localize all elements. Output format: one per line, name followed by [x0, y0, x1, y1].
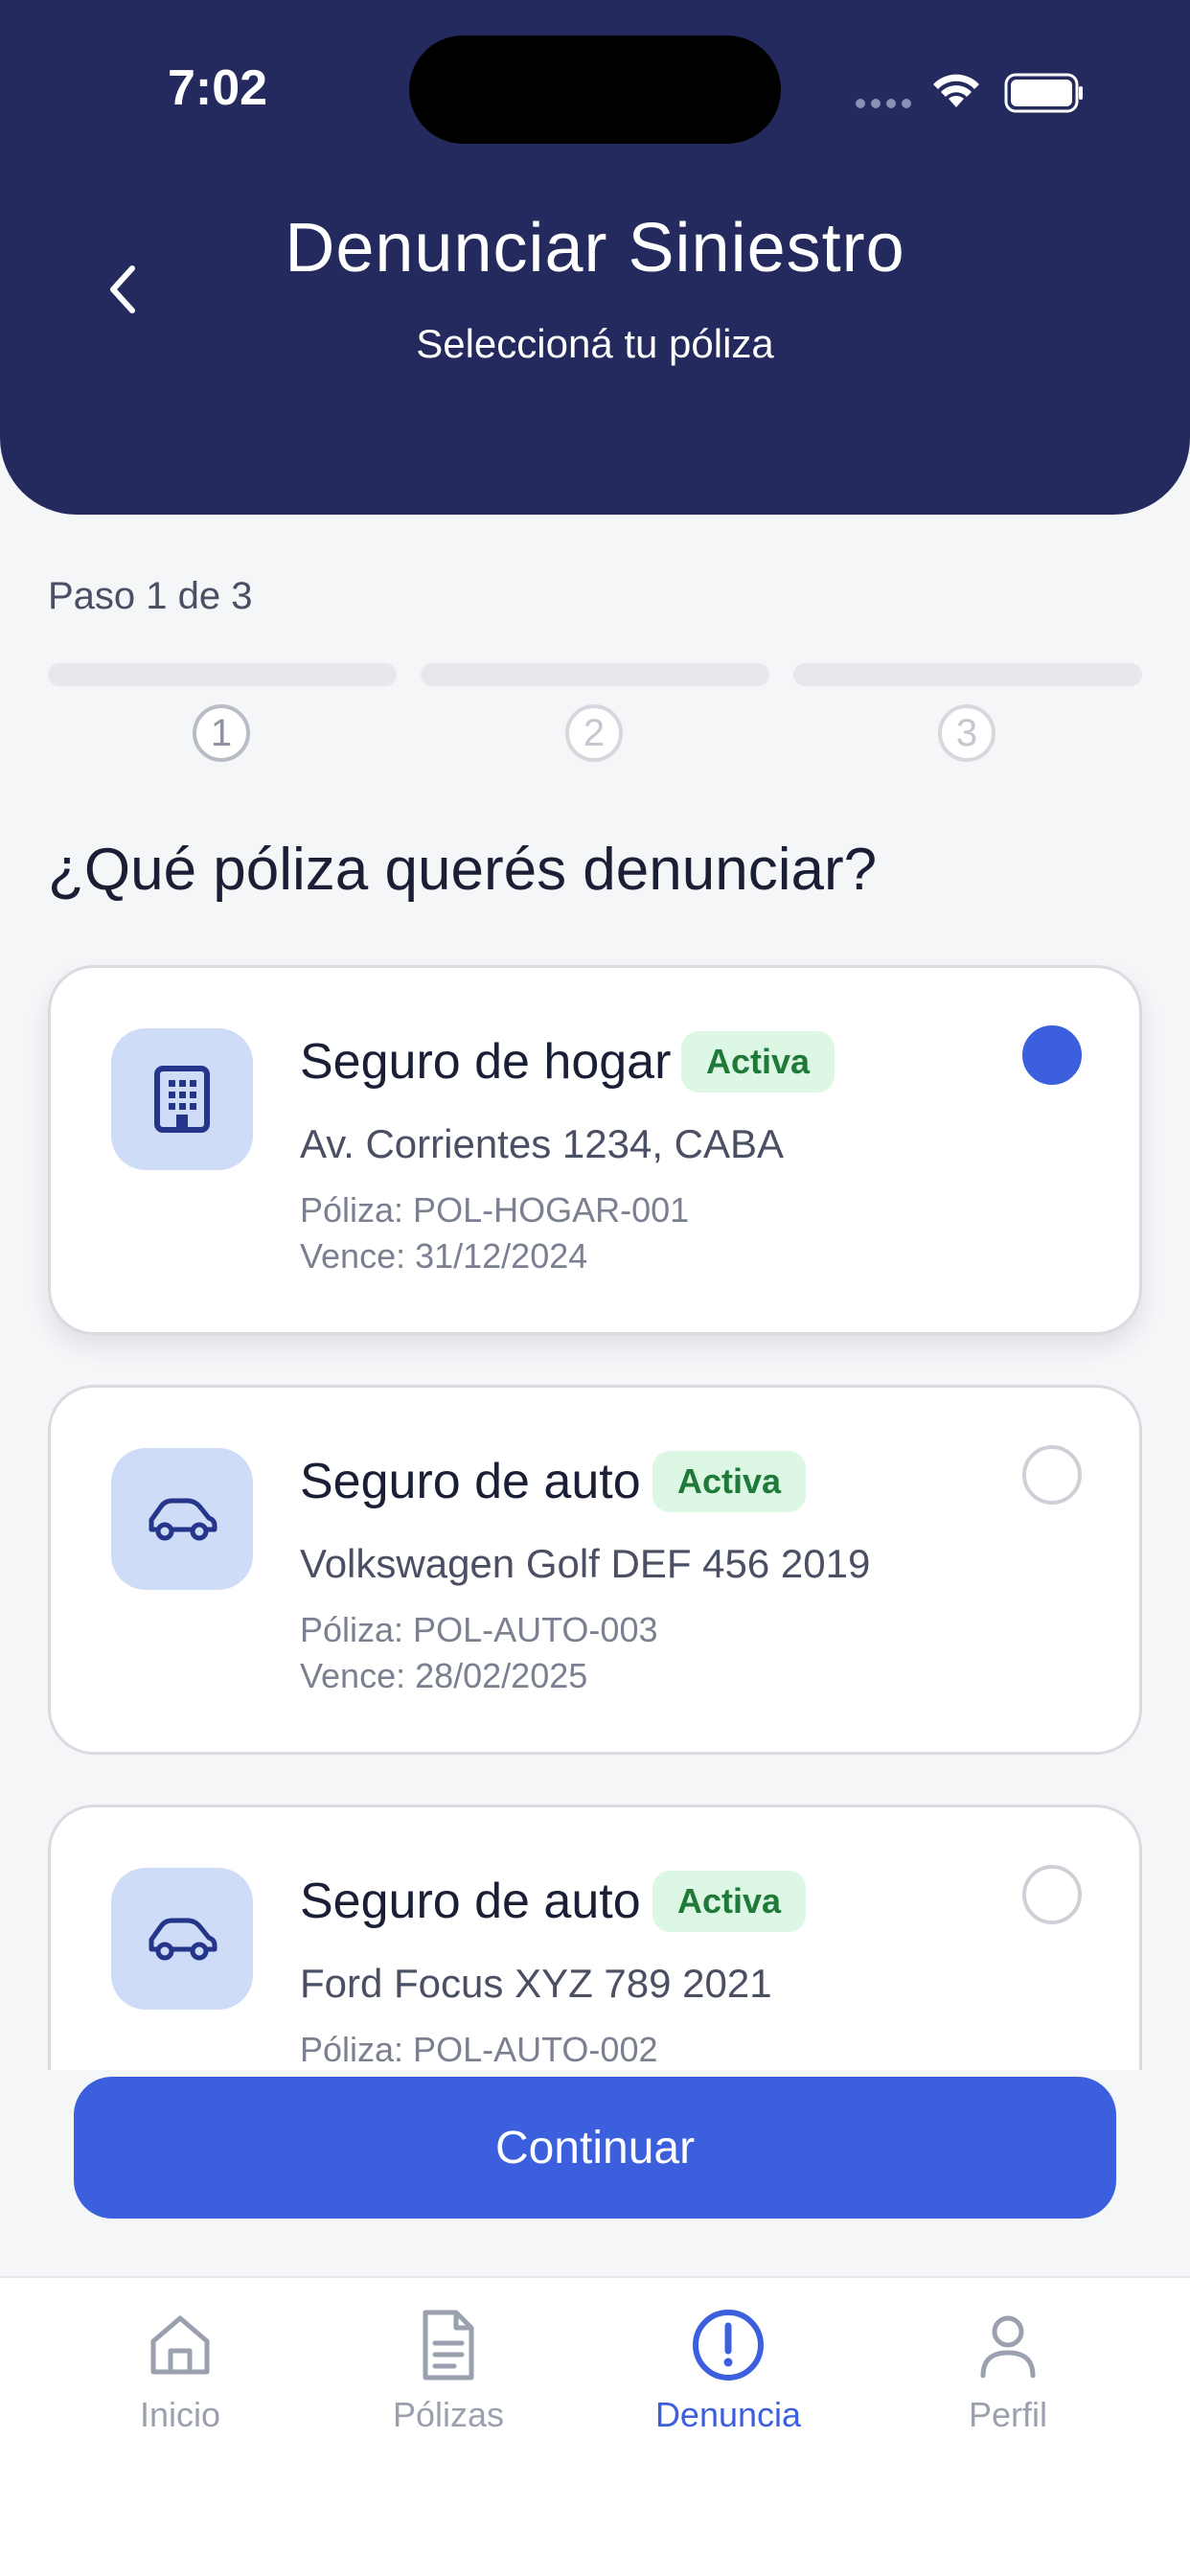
step-number-2: 2: [565, 704, 623, 762]
radio-unselected[interactable]: [1022, 1865, 1082, 1924]
policy-expiry: Vence: 31/12/2024: [300, 1236, 588, 1276]
nav-label: Inicio: [139, 2395, 221, 2434]
radio-selected[interactable]: [1022, 1025, 1082, 1085]
home-icon: [150, 2315, 210, 2375]
step-label: Paso 1 de 3: [48, 575, 253, 617]
policy-title: Seguro de auto: [300, 1454, 641, 1509]
policy-card-auto-golf[interactable]: Seguro de auto Activa Volkswagen Golf DE…: [48, 1385, 1142, 1755]
building-icon: [111, 1028, 253, 1170]
policy-expiry: Vence: 28/02/2025: [300, 1656, 588, 1695]
nav-item-perfil[interactable]: Perfil: [912, 2307, 1104, 2479]
signal-icon: [856, 99, 911, 108]
step-bar-2: [421, 663, 769, 686]
continue-button[interactable]: Continuar: [74, 2077, 1116, 2219]
bottom-nav: Inicio Pólizas Denuncia Perfil: [0, 2276, 1190, 2576]
user-icon: [980, 2315, 1036, 2379]
nav-item-polizas[interactable]: Pólizas: [353, 2307, 544, 2479]
policy-detail: Av. Corrientes 1234, CABA: [300, 1121, 785, 1166]
step-number-3: 3: [938, 704, 995, 762]
policy-detail: Ford Focus XYZ 789 2021: [300, 1961, 772, 2006]
nav-label: Perfil: [968, 2395, 1048, 2434]
policy-card-hogar[interactable]: Seguro de hogar Activa Av. Corrientes 12…: [48, 965, 1142, 1335]
question-heading: ¿Qué póliza querés denunciar?: [48, 837, 878, 903]
nav-item-denuncia[interactable]: Denuncia: [632, 2307, 824, 2479]
policy-number: Póliza: POL-AUTO-003: [300, 1610, 658, 1649]
status-time: 7:02: [168, 60, 268, 116]
car-icon: [111, 1448, 253, 1590]
page-title: Denunciar Siniestro: [285, 210, 905, 287]
header: 7:02 Denunciar Siniestro Seleccioná tu p…: [0, 0, 1190, 515]
step-number-1: 1: [193, 704, 250, 762]
alert-icon: [693, 2310, 764, 2380]
radio-unselected[interactable]: [1022, 1445, 1082, 1505]
status-badge: Activa: [652, 1451, 807, 1512]
policy-list: Seguro de hogar Activa Av. Corrientes 12…: [0, 958, 1190, 2070]
policy-number: Póliza: POL-HOGAR-001: [300, 1190, 690, 1230]
policy-title: Seguro de hogar: [300, 1034, 672, 1090]
step-bar-1: [48, 663, 397, 686]
policy-number: Póliza: POL-AUTO-002: [300, 2030, 658, 2069]
status-badge: Activa: [652, 1871, 807, 1932]
nav-label: Pólizas: [392, 2395, 505, 2434]
status-badge: Activa: [681, 1031, 835, 1092]
nav-item-inicio[interactable]: Inicio: [84, 2307, 276, 2479]
policy-card-auto-focus[interactable]: Seguro de auto Activa Ford Focus XYZ 789…: [48, 1805, 1142, 2070]
car-icon: [111, 1868, 253, 2010]
wifi-icon: [933, 74, 979, 107]
status-icons: [853, 67, 1083, 115]
policy-title: Seguro de auto: [300, 1874, 641, 1929]
battery-icon: [1004, 73, 1083, 113]
step-bar-3: [793, 663, 1142, 686]
nav-label: Denuncia: [654, 2395, 802, 2434]
page-subtitle: Seleccioná tu póliza: [416, 321, 774, 366]
document-icon: [423, 2310, 474, 2380]
dynamic-island: [409, 35, 781, 144]
policy-detail: Volkswagen Golf DEF 456 2019: [300, 1541, 871, 1586]
